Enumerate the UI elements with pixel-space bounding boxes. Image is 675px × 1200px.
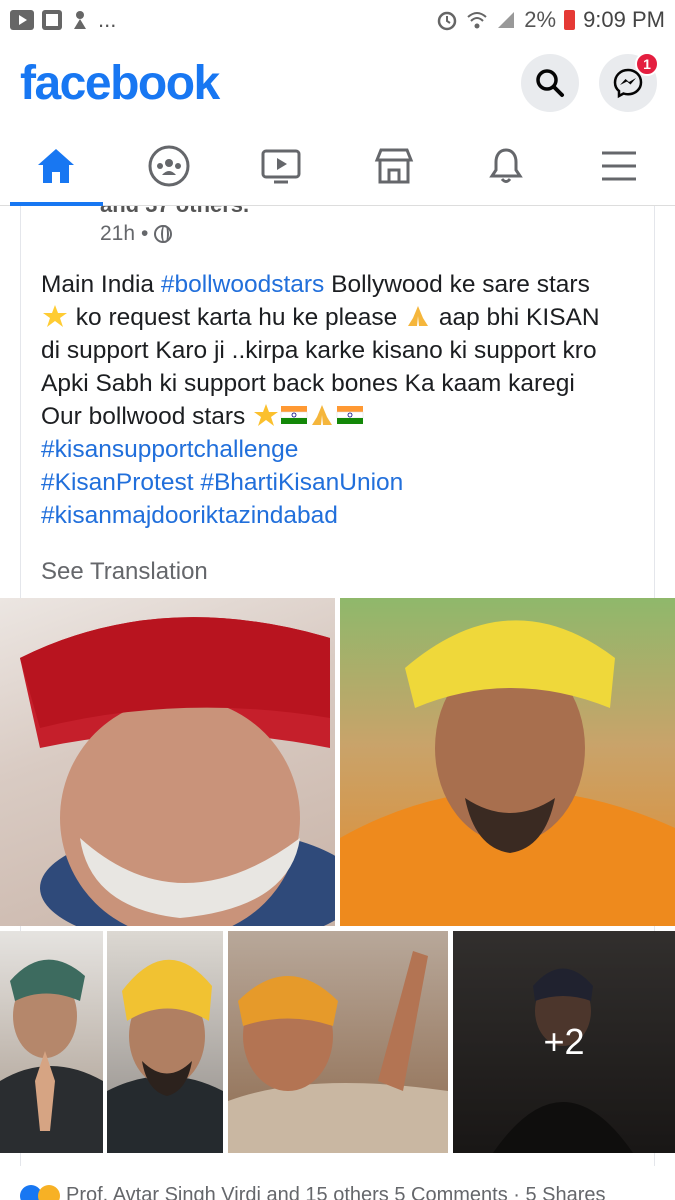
flipboard-icon [42, 10, 62, 30]
search-icon [536, 69, 564, 97]
photo-2-illustration [340, 620, 675, 926]
reactions-summary[interactable]: Prof. Avtar Singh Virdi and 15 others 5 … [66, 1184, 606, 1200]
search-button[interactable] [521, 54, 579, 112]
status-bar: ... 2% 9:09 PM [0, 0, 675, 40]
post-text-line: Bollywood ke sare stars [324, 271, 590, 298]
photo-3[interactable] [0, 931, 103, 1153]
care-reaction-icon [38, 1184, 60, 1200]
battery-percent: 2% [524, 7, 557, 32]
hashtag-bhartikisanunion[interactable]: #BhartiKisanUnion [200, 469, 403, 496]
photo-2[interactable] [340, 598, 675, 926]
see-translation-link[interactable]: See Translation [41, 558, 208, 586]
battery-icon [564, 10, 576, 30]
tab-groups[interactable] [113, 126, 226, 205]
bell-icon [489, 147, 524, 183]
meta-separator: • [141, 222, 149, 245]
globe-icon [154, 225, 173, 243]
post-meta: 21h • [100, 222, 173, 246]
photo-1[interactable] [0, 598, 335, 926]
notification-icon [74, 11, 86, 29]
glowing-star-icon [43, 305, 67, 327]
photo-6[interactable]: +2 [453, 931, 675, 1153]
post-text-line: Main India [41, 271, 161, 298]
india-flag-icon [336, 406, 364, 424]
tab-marketplace[interactable] [338, 126, 451, 205]
photo-5-illustration [228, 951, 448, 1153]
more-photos-overlay[interactable]: +2 [453, 931, 675, 1153]
post-footer: Prof. Avtar Singh Virdi and 15 others 5 … [20, 1184, 660, 1200]
photo-3-illustration [0, 959, 103, 1153]
nav-tabs [0, 126, 675, 206]
messenger-badge: 1 [635, 52, 659, 76]
post-text-line: aap bhi KISAN [432, 304, 600, 331]
tab-notifications[interactable] [450, 126, 563, 205]
video-icon [261, 149, 301, 183]
hamburger-icon [601, 151, 636, 180]
groups-icon [148, 145, 190, 186]
hashtag-bollwoodstars[interactable]: #bollwoodstars [161, 271, 324, 298]
photo-grid: +2 [0, 598, 675, 1158]
tab-menu[interactable] [563, 126, 675, 205]
post-timestamp[interactable]: 21h [100, 222, 135, 246]
messenger-button[interactable]: 1 [599, 52, 659, 112]
app-header: facebook 1 [0, 40, 675, 126]
hashtag-kisansupportchallenge[interactable]: #kisansupportchallenge [41, 436, 298, 463]
alarm-icon [438, 11, 457, 31]
photo-4-illustration [107, 959, 223, 1153]
tab-home[interactable] [0, 126, 113, 206]
post-text-line: Our bollwood stars [41, 403, 253, 430]
star-icon [254, 404, 279, 426]
tab-watch[interactable] [225, 126, 338, 205]
folded-hands-icon [408, 306, 429, 326]
india-flag-icon [280, 406, 308, 424]
facebook-logo[interactable]: facebook [20, 56, 220, 111]
hashtag-kisanmajdooriktazindabad[interactable]: #kisanmajdooriktazindabad [41, 502, 338, 529]
folded-hands-icon [312, 405, 333, 425]
photo-4[interactable] [107, 931, 223, 1153]
photo-1-illustration [20, 617, 335, 926]
post-text-line: ko request karta hu ke please [69, 304, 405, 331]
hashtag-kisanprotest[interactable]: #KisanProtest [41, 469, 194, 496]
post-text-line: Apki Sabh ki support back bones Ka kaam … [41, 370, 575, 397]
photo-5[interactable] [228, 931, 448, 1153]
post-text-line: di support Karo ji ..kirpa karke kisano … [41, 337, 597, 364]
home-icon [38, 148, 75, 183]
clock: 9:09 PM [583, 7, 665, 32]
status-more: ... [98, 7, 117, 32]
post-text: Main India #bollwoodstars Bollywood ke s… [41, 268, 641, 532]
wifi-icon [467, 12, 487, 29]
signal-icon [498, 12, 515, 28]
store-icon [374, 148, 413, 183]
youtube-icon [10, 10, 34, 30]
